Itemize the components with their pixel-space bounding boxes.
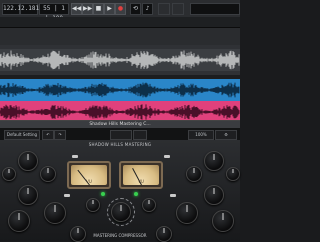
input-knob-right[interactable] bbox=[204, 151, 224, 171]
timeline-ruler[interactable] bbox=[0, 28, 240, 45]
arrangement-view bbox=[0, 28, 240, 123]
rewind-button[interactable]: ◀◀ bbox=[71, 3, 82, 15]
discrete-knob-right[interactable] bbox=[176, 202, 198, 224]
transport-bar: 122.1 2.181 55 | 1 | 100 ◀◀ ▶▶ ■ ▶ ● ⟲ ♪ bbox=[0, 0, 240, 22]
threshold-knob-right[interactable] bbox=[186, 166, 202, 182]
grid-icon[interactable] bbox=[158, 3, 170, 15]
settings-icon[interactable]: ⚙ bbox=[215, 130, 237, 140]
track-lane-blue[interactable] bbox=[0, 79, 240, 101]
stop-button[interactable]: ■ bbox=[93, 3, 104, 15]
transport-info-display bbox=[190, 3, 240, 15]
fast-forward-button[interactable]: ▶▶ bbox=[82, 3, 93, 15]
plugin-window: Shadow Hills Mastering C... Default Sett… bbox=[0, 120, 240, 242]
output-knob-right[interactable] bbox=[212, 210, 234, 232]
release-knob[interactable] bbox=[142, 198, 156, 212]
output-knob-left[interactable] bbox=[8, 210, 30, 232]
discrete-knob-left[interactable] bbox=[44, 202, 66, 224]
waveform-grey bbox=[0, 49, 240, 71]
waveform-blue bbox=[0, 82, 240, 98]
toggle-switch[interactable] bbox=[164, 155, 170, 158]
side-knob[interactable] bbox=[226, 167, 240, 181]
play-button[interactable]: ▶ bbox=[104, 3, 115, 15]
preset-menu[interactable]: Default Setting bbox=[4, 130, 40, 140]
redo-icon[interactable]: ↷ bbox=[54, 130, 66, 140]
toggle-switch[interactable] bbox=[170, 194, 176, 197]
zoom-menu[interactable]: 100% bbox=[188, 130, 214, 140]
optical-knob-right[interactable] bbox=[204, 185, 224, 205]
attack-knob[interactable] bbox=[86, 198, 100, 212]
ratio-knob[interactable] bbox=[111, 202, 131, 222]
copy-icon[interactable] bbox=[133, 130, 147, 140]
metronome-icon[interactable]: ♪ bbox=[142, 3, 153, 15]
footer-label: MASTERING COMPRESSOR bbox=[93, 233, 147, 238]
record-button[interactable]: ● bbox=[115, 3, 126, 15]
optical-knob-left[interactable] bbox=[18, 185, 38, 205]
brand-label: SHADOW HILLS MASTERING bbox=[88, 142, 152, 147]
time-counter-primary[interactable]: 122.1 bbox=[2, 3, 21, 15]
status-led bbox=[101, 192, 105, 196]
loop-icon[interactable]: ⟲ bbox=[130, 3, 141, 15]
undo-icon[interactable]: ↶ bbox=[42, 130, 54, 140]
toggle-switch[interactable] bbox=[64, 194, 70, 197]
side-knob[interactable] bbox=[2, 167, 16, 181]
layout-icon[interactable] bbox=[172, 3, 184, 15]
plugin-header: Default Setting ↶ ↷ 100% ⚙ bbox=[0, 128, 240, 140]
compressor-faceplate: SHADOW HILLS MASTERING VU VU MASTERING C… bbox=[0, 140, 240, 242]
plugin-title[interactable]: Shadow Hills Mastering C... bbox=[0, 121, 240, 128]
vu-meter-left: VU bbox=[67, 161, 111, 189]
vu-meter-right: VU bbox=[119, 161, 163, 189]
status-led bbox=[134, 192, 138, 196]
toolbar-row bbox=[0, 17, 240, 28]
track-lane-grey[interactable] bbox=[0, 45, 240, 75]
time-counter-secondary[interactable]: 2.181 bbox=[20, 3, 39, 15]
threshold-knob-left[interactable] bbox=[40, 166, 56, 182]
position-counter[interactable]: 55 | 1 | 100 bbox=[39, 3, 69, 22]
ab-compare-button[interactable] bbox=[110, 130, 132, 140]
toggle-switch[interactable] bbox=[72, 155, 78, 158]
vu-label-right: VU bbox=[138, 179, 144, 184]
input-knob-left[interactable] bbox=[18, 151, 38, 171]
vu-label-left: VU bbox=[86, 179, 92, 184]
